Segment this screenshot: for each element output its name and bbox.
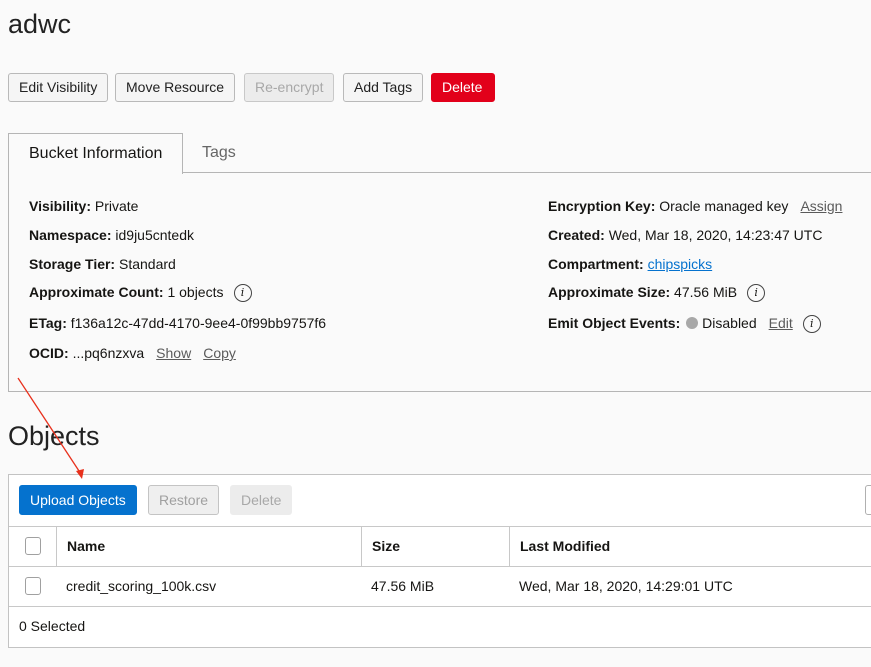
page-title: adwc xyxy=(8,9,72,39)
created-row: Created: Wed, Mar 18, 2020, 14:23:47 UTC xyxy=(548,227,823,243)
row-checkbox[interactable] xyxy=(25,577,41,595)
objects-table: Upload Objects Restore Delete Name Size … xyxy=(8,474,871,648)
info-icon[interactable]: i xyxy=(233,284,252,303)
column-header-size[interactable]: Size xyxy=(372,538,400,554)
upload-objects-button[interactable]: Upload Objects xyxy=(19,485,137,515)
copy-ocid-link[interactable]: Copy xyxy=(203,345,236,361)
etag-row: ETag: f136a12c-47dd-4170-9ee4-0f99bb9757… xyxy=(29,315,327,331)
object-last-modified: Wed, Mar 18, 2020, 14:29:01 UTC xyxy=(519,578,733,594)
namespace-row: Namespace: id9ju5cntedk xyxy=(29,227,195,243)
info-icon[interactable]: i xyxy=(747,284,766,303)
show-ocid-link[interactable]: Show xyxy=(156,345,191,361)
approx-size-row: Approximate Size: 47.56 MiB i xyxy=(548,284,766,303)
selected-count: 0 Selected xyxy=(19,618,86,634)
tab-bucket-information[interactable]: Bucket Information xyxy=(8,133,184,174)
restore-button[interactable]: Restore xyxy=(148,485,220,515)
delete-objects-button[interactable]: Delete xyxy=(230,485,293,515)
storage-tier-row: Storage Tier: Standard xyxy=(29,256,176,272)
encryption-key-row: Encryption Key: Oracle managed key Assign xyxy=(548,198,843,214)
delete-bucket-button[interactable]: Delete xyxy=(431,73,495,102)
reencrypt-button[interactable]: Re-encrypt xyxy=(244,73,335,102)
compartment-row: Compartment: chipspicks xyxy=(548,256,713,272)
emit-events-row: Emit Object Events: Disabled Edit i xyxy=(548,315,821,334)
add-tags-button[interactable]: Add Tags xyxy=(343,73,424,102)
object-size: 47.56 MiB xyxy=(371,578,435,594)
assign-key-link[interactable]: Assign xyxy=(800,198,842,214)
objects-heading: Objects xyxy=(8,421,100,451)
edit-events-link[interactable]: Edit xyxy=(769,315,793,331)
edit-visibility-button[interactable]: Edit Visibility xyxy=(8,73,109,102)
column-header-last-modified[interactable]: Last Modified xyxy=(520,538,610,554)
visibility-row: Visibility: Private xyxy=(29,198,139,214)
info-icon[interactable]: i xyxy=(802,315,821,334)
select-all-checkbox[interactable] xyxy=(25,537,41,555)
tab-tags[interactable]: Tags xyxy=(182,133,256,173)
approx-count-row: Approximate Count: 1 objects i xyxy=(29,284,252,303)
status-dot-icon xyxy=(686,317,699,329)
column-header-name[interactable]: Name xyxy=(67,538,105,554)
move-resource-button[interactable]: Move Resource xyxy=(115,73,236,102)
ocid-row: OCID: ...pq6nzxva Show Copy xyxy=(29,345,236,361)
object-name[interactable]: credit_scoring_100k.csv xyxy=(66,578,216,594)
toolbar-right-button[interactable] xyxy=(865,485,871,515)
compartment-link[interactable]: chipspicks xyxy=(648,256,713,272)
